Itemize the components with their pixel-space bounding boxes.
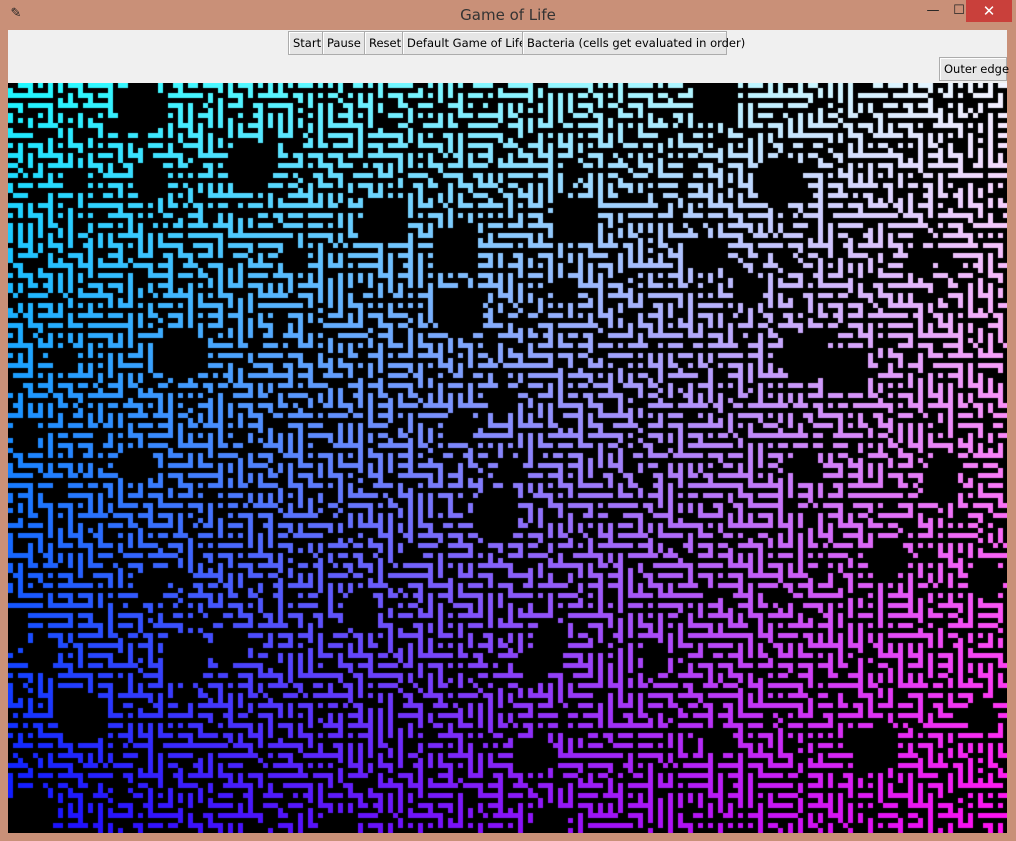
start-button[interactable]: Start [288,31,323,55]
minimize-button[interactable]: — [920,0,946,22]
life-grid[interactable] [8,83,1007,833]
window-title: Game of Life [460,6,556,24]
reset-button[interactable]: Reset [364,31,403,55]
pause-button[interactable]: Pause [322,31,365,55]
outer-edge-button[interactable]: Outer edge [939,57,1009,81]
toolbar: Start Pause Reset Default Game of Life B… [8,30,1009,81]
title-bar[interactable]: ✎ Game of Life — ☐ ✕ [0,0,1016,30]
close-button[interactable]: ✕ [966,0,1012,22]
client-area: Start Pause Reset Default Game of Life B… [8,30,1009,833]
default-game-of-life-button[interactable]: Default Game of Life [402,31,526,55]
life-canvas[interactable] [8,83,1007,833]
app-window: ✎ Game of Life — ☐ ✕ Start Pause Reset D… [0,0,1016,841]
bacteria-button[interactable]: Bacteria (cells get evaluated in order) [522,31,745,55]
